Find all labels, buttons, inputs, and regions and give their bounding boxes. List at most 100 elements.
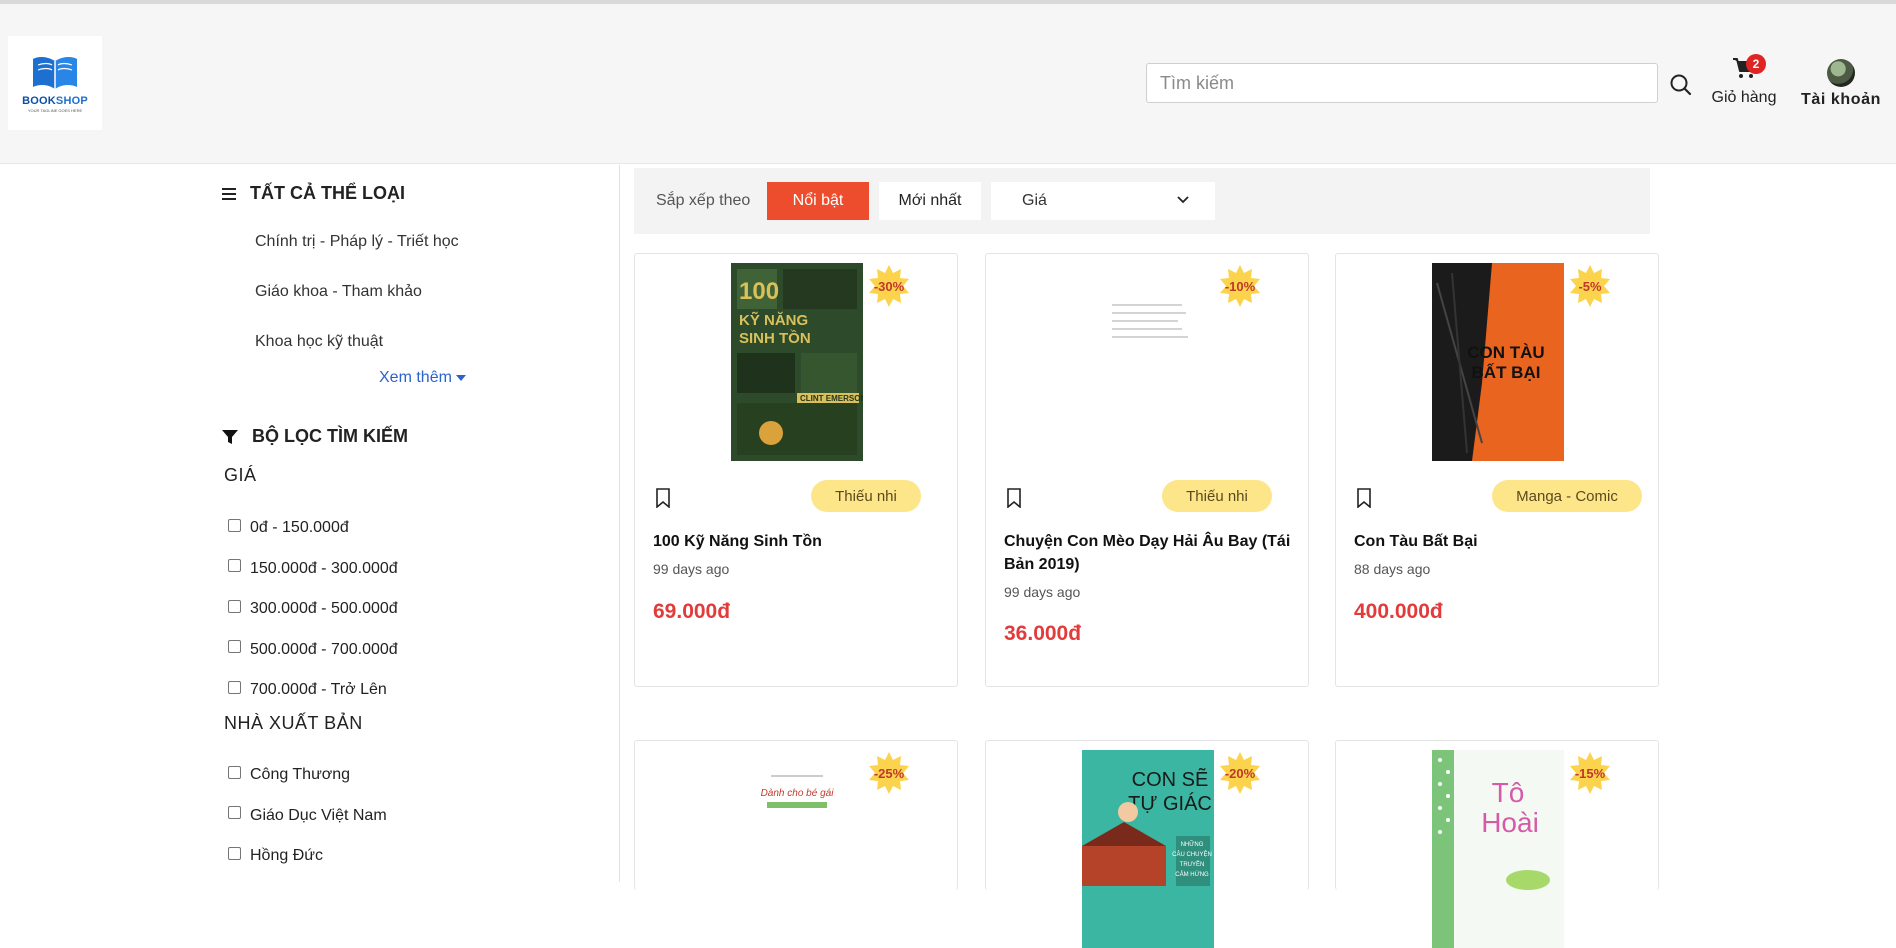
publisher-option[interactable]: Công Thương: [228, 755, 387, 796]
menu-icon: [222, 187, 236, 200]
checkbox[interactable]: [228, 599, 241, 613]
svg-text:Dành cho bé gái: Dành cho bé gái: [761, 788, 835, 799]
category-tag[interactable]: Manga - Comic: [1492, 480, 1642, 512]
checkbox[interactable]: [228, 518, 241, 532]
logo-tagline: YOUR TAGLINE GOES HERE: [27, 108, 83, 113]
sort-price-label: Giá: [1022, 192, 1047, 209]
see-more-link[interactable]: Xem thêm: [379, 369, 467, 387]
category-list: Chính trị - Pháp lý - Triết học Giáo kho…: [255, 233, 459, 383]
publisher-option[interactable]: Hồng Đức: [228, 836, 387, 877]
svg-text:TRUYỀN: TRUYỀN: [1180, 861, 1205, 868]
svg-text:CON TÀU: CON TÀU: [1467, 343, 1544, 362]
search-input[interactable]: [1146, 63, 1658, 103]
svg-text:KỸ NĂNG: KỸ NĂNG: [739, 311, 808, 329]
price-option[interactable]: 700.000đ - Trở Lên: [228, 670, 398, 711]
book-cover: Dành cho bé gái: [731, 750, 863, 948]
book-cover: CON TÀU BẤT BẠI: [1432, 263, 1564, 461]
site-header: BOOKSHOP YOUR TAGLINE GOES HERE 2 Giỏ hà…: [0, 4, 1896, 164]
discount-badge: -15%: [1570, 752, 1610, 794]
price-option[interactable]: 0đ - 150.000đ: [228, 508, 398, 549]
bookmark-icon[interactable]: [655, 488, 671, 508]
checkbox[interactable]: [228, 640, 241, 654]
logo-wordmark: BOOKSHOP: [22, 95, 88, 107]
cart-button[interactable]: 2 Giỏ hàng: [1706, 54, 1782, 107]
price-options: 0đ - 150.000đ 150.000đ - 300.000đ 300.00…: [228, 508, 398, 711]
caret-down-icon: [456, 375, 467, 381]
sort-label: Sắp xếp theo: [656, 192, 751, 209]
svg-text:-30%: -30%: [874, 279, 905, 294]
price-option[interactable]: 300.000đ - 500.000đ: [228, 589, 398, 630]
book-cover: [1082, 263, 1214, 461]
product-price: 36.000đ: [1004, 622, 1082, 645]
product-card[interactable]: Tô Hoài -15%: [1335, 740, 1659, 948]
checkbox[interactable]: [228, 765, 241, 779]
svg-text:CẢM HỨNG: CẢM HỨNG: [1175, 871, 1209, 878]
cart-label: Giỏ hàng: [1711, 89, 1777, 106]
categories-title: TẤT CẢ THỂ LOẠI: [250, 183, 405, 203]
product-card[interactable]: 100 KỸ NĂNG SINH TỒN CLINT EMERSON -30% …: [634, 253, 958, 687]
book-cover: Tô Hoài: [1432, 750, 1564, 948]
svg-text:NHỮNG: NHỮNG: [1181, 841, 1204, 848]
product-title[interactable]: Con Tàu Bất Bại: [1354, 530, 1644, 553]
svg-text:CON SẼ: CON SẼ: [1132, 767, 1209, 791]
svg-text:CLINT EMERSON: CLINT EMERSON: [800, 394, 863, 403]
svg-text:-25%: -25%: [874, 766, 905, 781]
search-icon[interactable]: [1668, 72, 1694, 98]
see-more-label: Xem thêm: [379, 369, 452, 386]
svg-text:SINH TỒN: SINH TỒN: [739, 329, 811, 347]
checkbox[interactable]: [228, 680, 241, 694]
product-title[interactable]: 100 Kỹ Năng Sinh Tồn: [653, 530, 943, 553]
product-card[interactable]: CON SẼ TỰ GIÁC NHỮNG CÂU CHUYỆN TRUYỀN C…: [985, 740, 1309, 948]
price-option[interactable]: 500.000đ - 700.000đ: [228, 630, 398, 671]
account-label: Tài khoản: [1800, 91, 1882, 108]
svg-text:TỰ GIÁC: TỰ GIÁC: [1128, 792, 1212, 815]
filter-title: BỘ LỌC TÌM KIẾM: [252, 426, 408, 446]
bookmark-icon[interactable]: [1006, 488, 1022, 508]
product-date: 88 days ago: [1354, 561, 1431, 577]
category-item[interactable]: Giáo khoa - Tham khảo: [255, 283, 459, 333]
svg-text:-15%: -15%: [1575, 766, 1606, 781]
publisher-options: Công Thương Giáo Dục Việt Nam Hồng Đức: [228, 755, 387, 877]
sort-price-select[interactable]: Giá: [991, 182, 1215, 220]
price-option[interactable]: 150.000đ - 300.000đ: [228, 549, 398, 590]
sort-bar: Sắp xếp theo Nổi bật Mới nhất Giá: [634, 168, 1650, 234]
checkbox[interactable]: [228, 806, 241, 820]
bookshop-logo[interactable]: BOOKSHOP YOUR TAGLINE GOES HERE: [8, 36, 102, 130]
category-tag[interactable]: Thiếu nhi: [811, 480, 921, 512]
discount-badge: -5%: [1570, 265, 1610, 307]
svg-text:-20%: -20%: [1225, 766, 1256, 781]
bookmark-icon[interactable]: [1356, 488, 1372, 508]
svg-text:100: 100: [739, 278, 779, 305]
price-group-title: GIÁ: [224, 465, 257, 485]
sort-featured-button[interactable]: Nổi bật: [767, 182, 869, 220]
checkbox[interactable]: [228, 846, 241, 860]
discount-badge: -10%: [1220, 265, 1260, 307]
product-price: 400.000đ: [1354, 600, 1443, 623]
book-cover: CON SẼ TỰ GIÁC NHỮNG CÂU CHUYỆN TRUYỀN C…: [1082, 750, 1214, 948]
account-button[interactable]: Tài khoản: [1788, 59, 1894, 109]
svg-text:-10%: -10%: [1225, 279, 1256, 294]
product-title[interactable]: Chuyện Con Mèo Dạy Hải Âu Bay (Tái Bản 2…: [1004, 530, 1294, 576]
discount-badge: -20%: [1220, 752, 1260, 794]
product-date: 99 days ago: [1004, 584, 1081, 600]
filter-heading: BỘ LỌC TÌM KIẾM: [222, 426, 408, 447]
category-item[interactable]: Chính trị - Pháp lý - Triết học: [255, 233, 459, 283]
product-card[interactable]: -10% Thiếu nhi Chuyện Con Mèo Dạy Hải Âu…: [985, 253, 1309, 687]
svg-text:-5%: -5%: [1578, 279, 1602, 294]
publisher-option[interactable]: Giáo Dục Việt Nam: [228, 796, 387, 837]
product-date: 99 days ago: [653, 561, 730, 577]
categories-heading: TẤT CẢ THỂ LOẠI: [222, 183, 405, 204]
sort-newest-button[interactable]: Mới nhất: [879, 182, 981, 220]
avatar: [1827, 59, 1855, 87]
product-price: 69.000đ: [653, 600, 731, 623]
chevron-down-icon: [1177, 196, 1189, 204]
checkbox[interactable]: [228, 559, 241, 573]
svg-text:CÂU CHUYỆN: CÂU CHUYỆN: [1172, 850, 1212, 858]
svg-text:Hoài: Hoài: [1481, 807, 1539, 838]
product-card[interactable]: Dành cho bé gái -25%: [634, 740, 958, 948]
sidebar: TẤT CẢ THỂ LOẠI Chính trị - Pháp lý - Tr…: [0, 165, 620, 882]
open-book-icon: [33, 56, 77, 89]
svg-text:BẤT BẠI: BẤT BẠI: [1472, 363, 1541, 382]
category-tag[interactable]: Thiếu nhi: [1162, 480, 1272, 512]
product-card[interactable]: CON TÀU BẤT BẠI -5% Manga - Comic Con Tà…: [1335, 253, 1659, 687]
